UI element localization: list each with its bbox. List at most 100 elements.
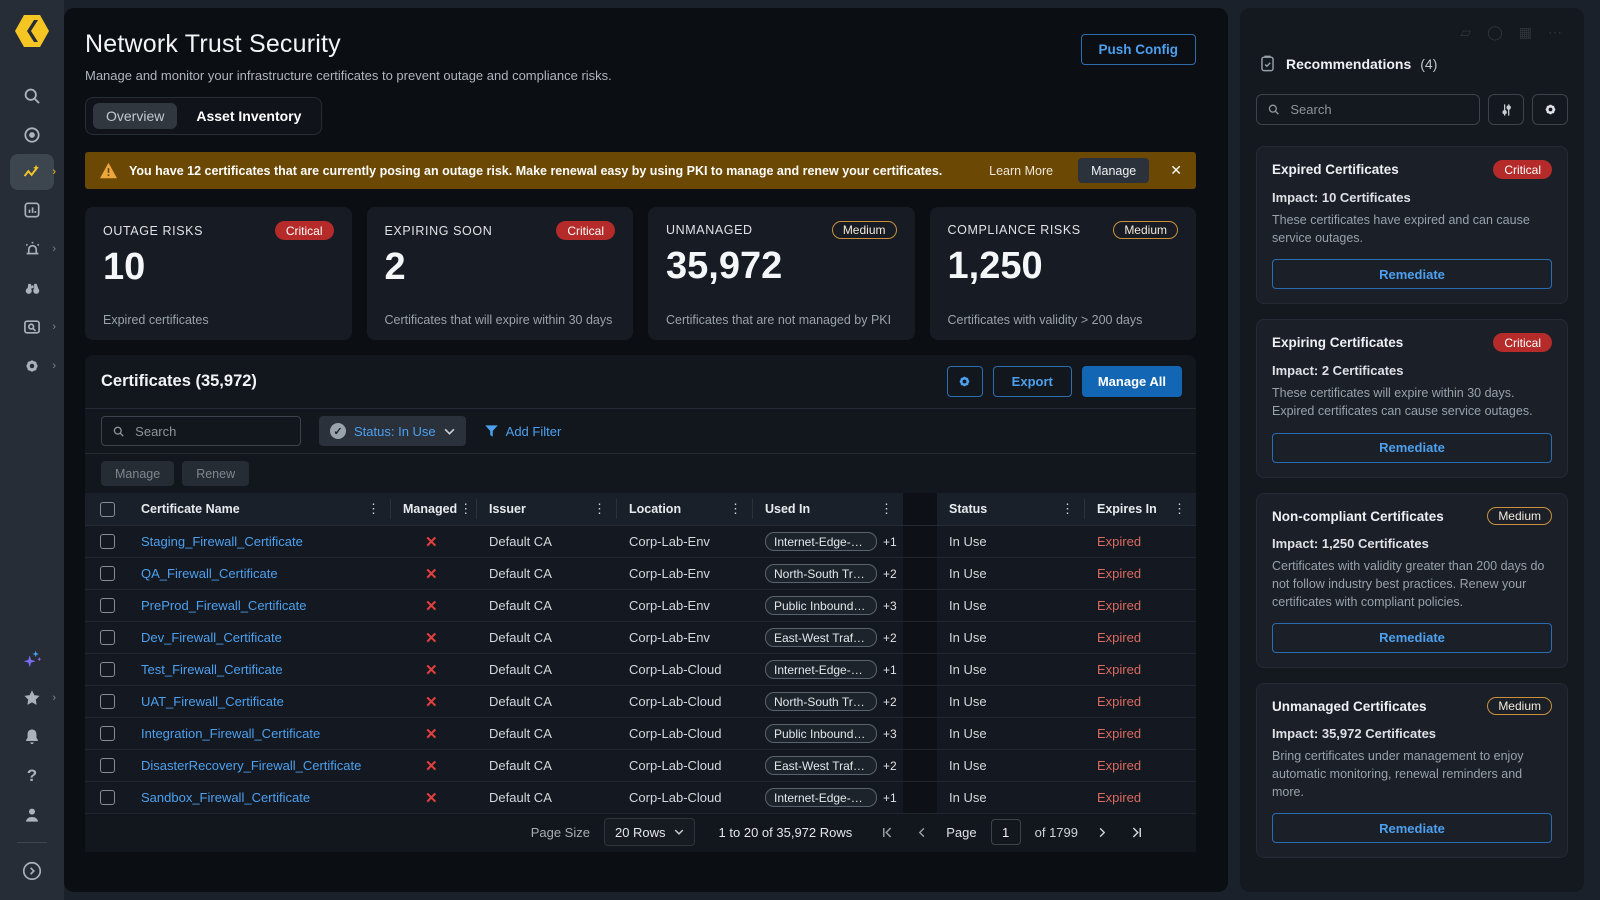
next-page-button[interactable]	[1092, 826, 1112, 839]
page-size-label: Page Size	[531, 825, 590, 840]
previous-page-button[interactable]	[912, 826, 932, 839]
pinned-column-divider	[903, 718, 937, 749]
certificate-name-link[interactable]: Sandbox_Firewall_Certificate	[141, 790, 310, 805]
banner-close-icon[interactable]: ✕	[1170, 162, 1182, 179]
sidebar-item-alerts[interactable]: ›	[10, 229, 54, 268]
bulk-manage-button[interactable]: Manage	[101, 461, 174, 486]
remediate-button[interactable]: Remediate	[1272, 813, 1552, 843]
page-size-dropdown[interactable]: 20 Rows	[604, 818, 695, 846]
sidebar-item-tools[interactable]: ›	[10, 307, 54, 346]
stat-card-description: Certificates with validity > 200 days	[948, 313, 1183, 327]
target-icon	[22, 125, 42, 145]
column-menu-icon[interactable]: ⋮	[727, 501, 744, 517]
browse-inspect-icon	[22, 317, 42, 337]
used-in-chip: Internet-Edge-TLS	[765, 532, 877, 551]
issuer-cell: Default CA	[477, 590, 617, 621]
certificate-name-link[interactable]: PreProd_Firewall_Certificate	[141, 598, 306, 613]
status-filter-chip[interactable]: ✓ Status: In Use	[319, 416, 466, 446]
manage-all-button[interactable]: Manage All	[1082, 366, 1182, 397]
row-checkbox[interactable]	[100, 758, 115, 773]
row-checkbox[interactable]	[100, 534, 115, 549]
remediate-button[interactable]: Remediate	[1272, 433, 1552, 463]
column-menu-icon[interactable]: ⋮	[1171, 501, 1188, 517]
certificate-name-link[interactable]: DisasterRecovery_Firewall_Certificate	[141, 758, 361, 773]
column-menu-icon[interactable]: ⋮	[878, 501, 895, 517]
sidebar-expand-button[interactable]	[10, 851, 54, 890]
column-menu-icon[interactable]: ⋮	[457, 501, 474, 517]
recommendation-card: Expired Certificates Critical Impact: 10…	[1256, 146, 1568, 304]
certificate-name-link[interactable]: QA_Firewall_Certificate	[141, 566, 278, 581]
export-button[interactable]: Export	[993, 366, 1072, 397]
row-checkbox[interactable]	[100, 694, 115, 709]
not-managed-icon: ✕	[425, 661, 438, 679]
recommendations-panel: ▱◯▦⋯ Recommendations (4) Expired Certifi…	[1240, 8, 1584, 892]
status-cell: In Use	[937, 558, 1085, 589]
learn-more-link[interactable]: Learn More	[989, 164, 1053, 178]
sidebar-item-notifications[interactable]	[10, 717, 54, 756]
column-certificate-name: Certificate Name	[141, 502, 240, 516]
pinned-column-divider	[903, 590, 937, 621]
select-all-checkbox[interactable]	[100, 502, 115, 517]
location-cell: Corp-Lab-Cloud	[617, 686, 753, 717]
check-circle-icon: ✓	[330, 423, 346, 439]
sidebar-item-ai-copilot[interactable]	[10, 639, 54, 678]
used-in-chip: North-South Traf...	[765, 692, 877, 711]
status-filter-label: Status: In Use	[354, 424, 436, 439]
recommendations-title: Recommendations	[1286, 56, 1411, 72]
recommendations-search-input[interactable]	[1256, 94, 1480, 125]
page-size-value: 20 Rows	[615, 825, 666, 840]
certificate-name-link[interactable]: Test_Firewall_Certificate	[141, 662, 283, 677]
recommendations-search-field[interactable]	[1288, 101, 1469, 118]
page-number-input[interactable]	[991, 819, 1021, 845]
used-in-extra-count: +2	[883, 759, 897, 773]
table-settings-button[interactable]	[947, 366, 983, 397]
certificate-name-link[interactable]: Integration_Firewall_Certificate	[141, 726, 320, 741]
certificate-name-link[interactable]: Staging_Firewall_Certificate	[141, 534, 303, 549]
pinned-column-divider	[903, 558, 937, 589]
sidebar-item-reports[interactable]	[10, 190, 54, 229]
sidebar-item-profile[interactable]	[10, 795, 54, 834]
column-menu-icon[interactable]: ⋮	[591, 501, 608, 517]
last-page-button[interactable]	[1126, 826, 1148, 839]
used-in-extra-count: +3	[883, 599, 897, 613]
search-field[interactable]	[133, 423, 290, 440]
table-search-input[interactable]	[101, 416, 301, 446]
total-pages-text: of 1799	[1035, 825, 1078, 840]
tab-asset-inventory[interactable]: Asset Inventory	[183, 103, 314, 129]
sidebar-item-certificates-active[interactable]: ›	[10, 154, 54, 190]
column-menu-icon[interactable]: ⋮	[1059, 501, 1076, 517]
row-checkbox[interactable]	[100, 566, 115, 581]
certificate-name-link[interactable]: Dev_Firewall_Certificate	[141, 630, 282, 645]
chevron-down-icon	[674, 829, 684, 835]
row-checkbox[interactable]	[100, 598, 115, 613]
sidebar-item-target[interactable]	[10, 115, 54, 154]
brand-logo-icon[interactable]	[14, 14, 50, 48]
chevron-right-icon: ›	[52, 243, 56, 255]
dimmed-background-icons: ▱◯▦⋯	[1460, 24, 1562, 41]
issuer-cell: Default CA	[477, 654, 617, 685]
bulk-renew-button[interactable]: Renew	[182, 461, 249, 486]
recommendation-impact: Impact: 10 Certificates	[1272, 190, 1552, 205]
sidebar-item-help[interactable]: ?	[10, 756, 54, 795]
row-checkbox[interactable]	[100, 662, 115, 677]
row-checkbox[interactable]	[100, 726, 115, 741]
banner-manage-button[interactable]: Manage	[1078, 158, 1149, 183]
row-checkbox[interactable]	[100, 630, 115, 645]
table-row: Sandbox_Firewall_Certificate ✕ Default C…	[85, 782, 1196, 814]
report-panel-icon	[22, 200, 42, 220]
certificate-name-link[interactable]: UAT_Firewall_Certificate	[141, 694, 284, 709]
add-filter-button[interactable]: Add Filter	[484, 424, 562, 439]
remediate-button[interactable]: Remediate	[1272, 259, 1552, 289]
row-checkbox[interactable]	[100, 790, 115, 805]
first-page-button[interactable]	[876, 826, 898, 839]
recommendations-settings-button[interactable]	[1532, 94, 1568, 125]
sidebar-item-settings[interactable]: ›	[10, 346, 54, 385]
sidebar-item-favorites[interactable]: ›	[10, 678, 54, 717]
remediate-button[interactable]: Remediate	[1272, 623, 1552, 653]
column-menu-icon[interactable]: ⋮	[365, 501, 382, 517]
recommendations-filter-button[interactable]	[1488, 94, 1524, 125]
tab-overview[interactable]: Overview	[93, 103, 177, 129]
push-config-button[interactable]: Push Config	[1081, 34, 1197, 65]
sidebar-item-search[interactable]	[10, 76, 54, 115]
sidebar-item-discover[interactable]	[10, 268, 54, 307]
